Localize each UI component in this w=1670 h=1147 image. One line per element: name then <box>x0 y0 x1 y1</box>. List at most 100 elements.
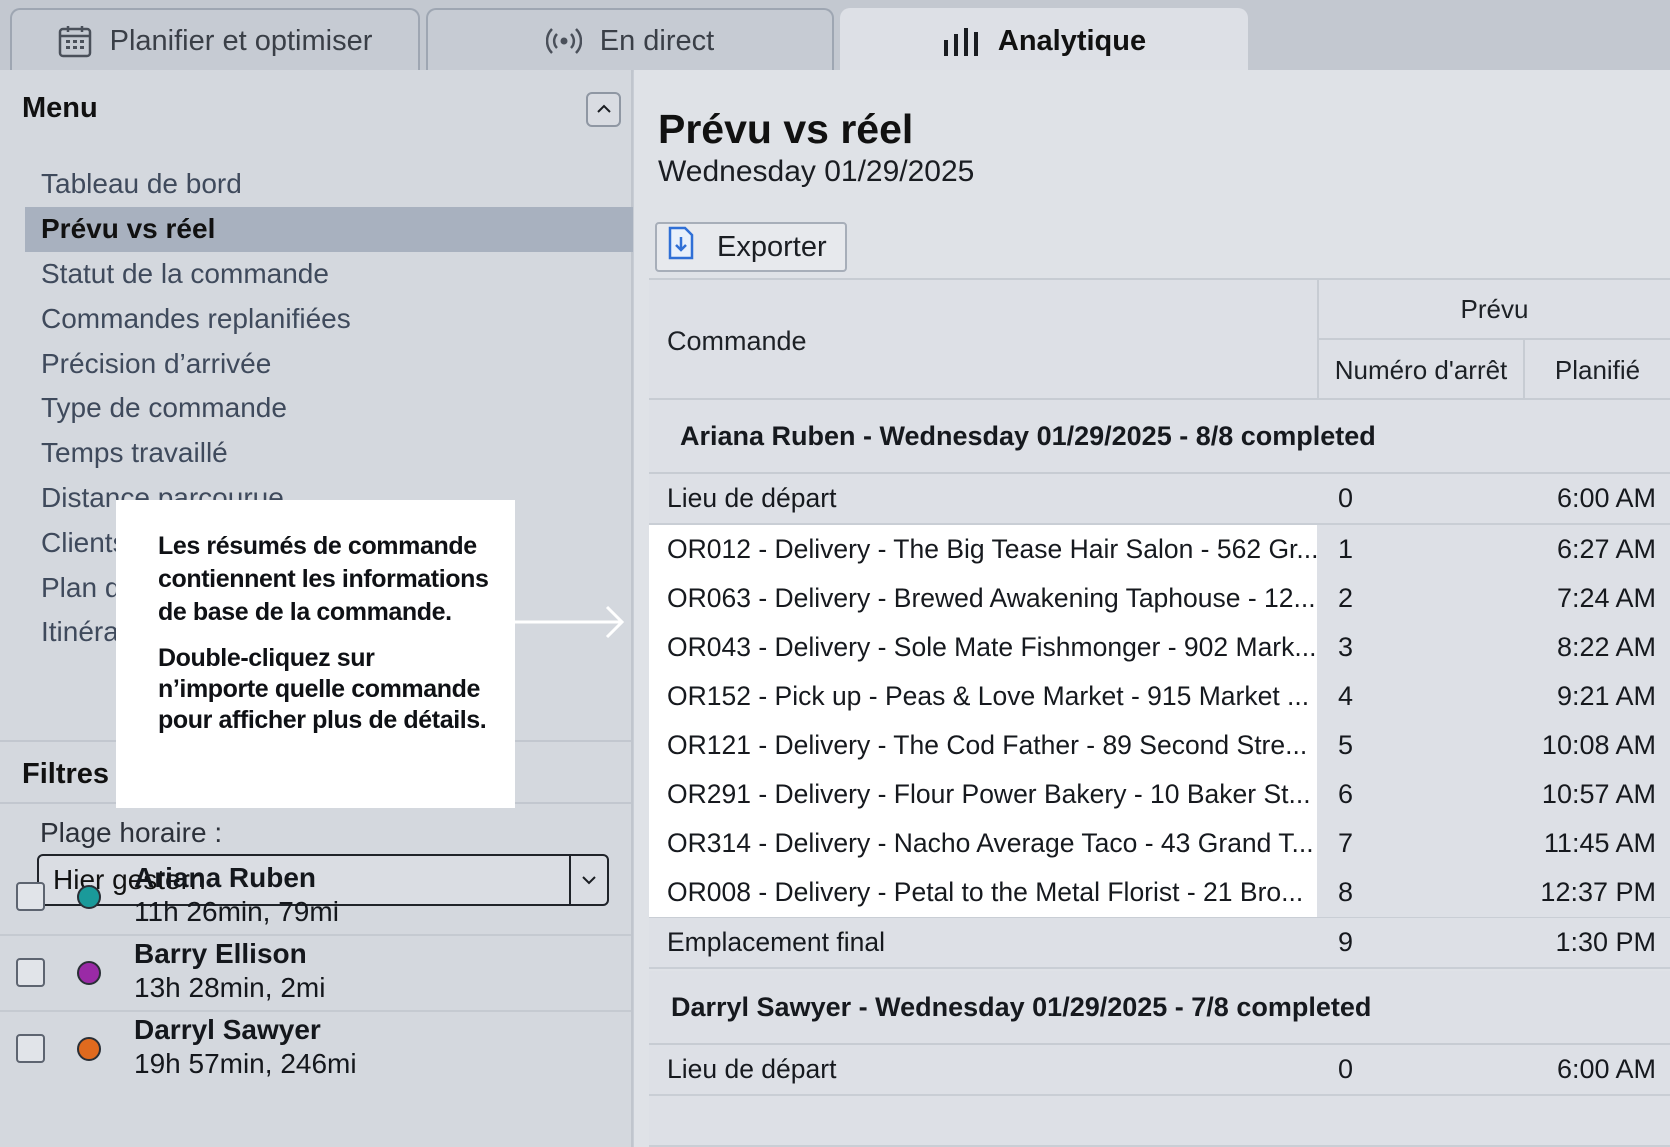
cell-order: OR043 - Delivery - Sole Mate Fishmonger … <box>649 623 1317 672</box>
export-file-icon <box>667 226 695 268</box>
table-row[interactable]: Lieu de départ 0 6:00 AM <box>649 1045 1670 1096</box>
driver-color-dot <box>77 1037 101 1061</box>
tab-analytics[interactable]: Analytique <box>840 8 1248 72</box>
driver-name: Barry Ellison <box>134 938 307 969</box>
driver-name: Ariana Ruben <box>134 862 317 893</box>
cell-stop-number: 9 <box>1338 927 1354 957</box>
cell-stop-number: 0 <box>1338 1054 1354 1084</box>
tooltip-text-summary: Les résumés de commande contiennent les … <box>158 532 489 626</box>
cell-planned-time: 10:08 AM <box>1541 730 1656 760</box>
menu-item-rescheduled-orders[interactable]: Commandes replanifiées <box>25 296 633 341</box>
tooltip-text-double-click: Double-cliquez sur n’importe quelle comm… <box>158 644 487 734</box>
live-broadcast-icon <box>545 26 582 56</box>
table-header: Commande Prévu Numéro d'arrêt Planifié <box>649 278 1670 400</box>
cell-order: Lieu de départ <box>667 1054 837 1084</box>
cell-planned-time: 10:57 AM <box>1541 779 1656 809</box>
table-row[interactable]: OR043 - Delivery - Sole Mate Fishmonger … <box>649 623 1670 674</box>
cell-order: OR121 - Delivery - The Cod Father - 89 S… <box>649 721 1317 770</box>
cell-planned-time: 9:21 AM <box>1556 681 1656 711</box>
main-panel: Prévu vs réel Wednesday 01/29/2025 Expor… <box>634 70 1670 1147</box>
bar-chart-icon <box>942 26 980 56</box>
table-row[interactable]: OR063 - Delivery - Brewed Awakening Taph… <box>649 574 1670 625</box>
column-header-stop-number[interactable]: Numéro d'arrêt <box>1319 340 1525 400</box>
menu-item-order-status[interactable]: Statut de la commande <box>25 252 633 297</box>
cell-planned-time: 1:30 PM <box>1555 927 1656 957</box>
cell-order: OR063 - Delivery - Brewed Awakening Taph… <box>649 574 1317 623</box>
top-tab-bar: Planifier et optimiser En direct Analyti… <box>0 0 1670 72</box>
cell-planned-time: 6:00 AM <box>1556 1054 1656 1084</box>
driver-stats: 13h 28min, 2mi <box>134 972 326 1003</box>
tab-label: Analytique <box>997 24 1147 57</box>
export-button[interactable]: Exporter <box>655 222 847 272</box>
cell-order: OR314 - Delivery - Nacho Average Taco - … <box>649 819 1317 868</box>
table-row[interactable]: OR012 - Delivery - The Big Tease Hair Sa… <box>649 525 1670 576</box>
table-row[interactable]: OR121 - Delivery - The Cod Father - 89 S… <box>649 721 1670 772</box>
cell-order: Lieu de départ <box>667 483 837 513</box>
column-group-planned: Prévu <box>1319 280 1670 340</box>
arrow-right-icon <box>515 605 625 639</box>
menu-item-time-worked[interactable]: Temps travaillé <box>25 431 633 476</box>
menu-item-order-type[interactable]: Type de commande <box>25 386 633 431</box>
tab-label: En direct <box>599 24 715 57</box>
cell-order: OR012 - Delivery - The Big Tease Hair Sa… <box>649 525 1317 574</box>
planned-vs-actual-table: Commande Prévu Numéro d'arrêt Planifié A… <box>649 278 1670 1147</box>
driver-checkbox[interactable] <box>16 882 45 911</box>
cell-order: OR291 - Delivery - Flour Power Bakery - … <box>649 770 1317 819</box>
table-row[interactable]: OR152 - Pick up - Peas & Love Market - 9… <box>649 672 1670 723</box>
cell-stop-number: 8 <box>1338 877 1354 907</box>
export-label: Exporter <box>717 230 827 263</box>
help-tooltip: Les résumés de commande contiennent les … <box>116 500 515 808</box>
cell-order: OR008 - Delivery - Petal to the Metal Fl… <box>649 868 1317 917</box>
driver-stats: 19h 57min, 246mi <box>134 1048 357 1079</box>
menu-item-planned-vs-actual[interactable]: Prévu vs réel <box>25 206 633 252</box>
menu-title: Menu <box>22 92 98 124</box>
driver-item[interactable]: Barry Ellison 13h 28min, 2mi <box>0 936 631 1012</box>
driver-item[interactable]: Ariana Ruben 11h 26min, 79mi <box>0 860 631 936</box>
chevron-up-icon <box>596 101 612 119</box>
column-header-order[interactable]: Commande <box>667 326 807 357</box>
cell-stop-number: 1 <box>1338 534 1354 564</box>
table-row[interactable]: OR291 - Delivery - Flour Power Bakery - … <box>649 770 1670 821</box>
menu-item-arrival-accuracy[interactable]: Précision d’arrivée <box>25 341 633 386</box>
table-row[interactable]: Lieu de départ 0 6:00 AM <box>649 474 1670 525</box>
cell-order: OR152 - Pick up - Peas & Love Market - 9… <box>649 672 1317 721</box>
filters-title: Filtres <box>22 758 110 790</box>
cell-planned-time: 8:22 AM <box>1556 632 1656 662</box>
cell-stop-number: 6 <box>1338 779 1354 809</box>
cell-stop-number: 0 <box>1338 483 1354 513</box>
cell-stop-number: 2 <box>1338 583 1354 613</box>
table-row[interactable]: Emplacement final 9 1:30 PM <box>649 918 1670 969</box>
cell-planned-time: 7:24 AM <box>1556 583 1656 613</box>
cell-planned-time: 12:37 PM <box>1540 877 1656 907</box>
driver-color-dot <box>77 961 101 985</box>
group-header-row[interactable]: Ariana Ruben - Wednesday 01/29/2025 - 8/… <box>649 400 1670 474</box>
cell-stop-number: 7 <box>1338 828 1354 858</box>
tab-label: Planifier et optimiser <box>109 24 373 57</box>
table-row-partial[interactable] <box>649 1096 1670 1147</box>
driver-checkbox[interactable] <box>16 958 45 987</box>
tab-plan-optimize[interactable]: Planifier et optimiser <box>10 8 420 72</box>
cell-planned-time: 6:00 AM <box>1556 483 1656 513</box>
page-title: Prévu vs réel <box>658 106 914 152</box>
driver-stats: 11h 26min, 79mi <box>134 896 339 927</box>
time-range-label: Plage horaire : <box>40 817 223 848</box>
cell-planned-time: 11:45 AM <box>1543 828 1656 858</box>
collapse-menu-button[interactable] <box>586 92 621 127</box>
menu-item-dashboard[interactable]: Tableau de bord <box>25 162 633 207</box>
cell-order: Emplacement final <box>667 927 885 957</box>
driver-name: Darryl Sawyer <box>134 1014 321 1045</box>
tab-live[interactable]: En direct <box>426 8 834 72</box>
driver-color-dot <box>77 885 101 909</box>
driver-item[interactable]: Darryl Sawyer 19h 57min, 246mi <box>0 1012 631 1088</box>
cell-stop-number: 4 <box>1338 681 1354 711</box>
page-date: Wednesday 01/29/2025 <box>658 155 975 188</box>
cell-stop-number: 5 <box>1338 730 1354 760</box>
cell-planned-time: 6:27 AM <box>1556 534 1656 564</box>
column-header-planned[interactable]: Planifié <box>1525 340 1670 400</box>
cell-stop-number: 3 <box>1338 632 1354 662</box>
group-header-row[interactable]: Darryl Sawyer - Wednesday 01/29/2025 - 7… <box>649 971 1670 1045</box>
table-row[interactable]: OR008 - Delivery - Petal to the Metal Fl… <box>649 868 1670 919</box>
driver-checkbox[interactable] <box>16 1034 45 1063</box>
calendar-icon <box>58 24 92 58</box>
table-row[interactable]: OR314 - Delivery - Nacho Average Taco - … <box>649 819 1670 870</box>
